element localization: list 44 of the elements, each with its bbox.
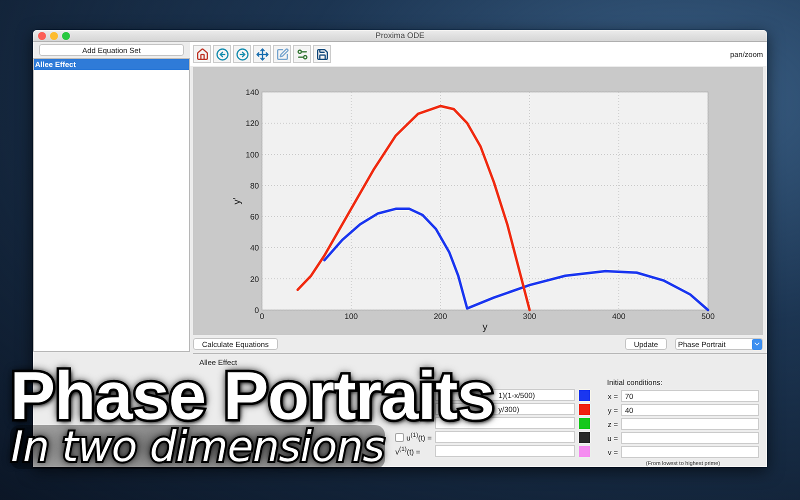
pen-square-icon <box>276 48 288 60</box>
y-tick-label: 100 <box>246 150 259 160</box>
color-swatch[interactable] <box>579 446 590 456</box>
checkbox[interactable] <box>395 432 404 442</box>
move-button[interactable] <box>253 45 271 63</box>
close-icon[interactable] <box>38 32 46 40</box>
x-tick-label: 500 <box>701 312 715 321</box>
minimize-icon[interactable] <box>50 32 58 40</box>
y-axis-label: y' <box>232 198 243 204</box>
color-swatch[interactable] <box>579 404 590 414</box>
y-tick-label: 60 <box>250 212 259 222</box>
x-axis-label: y <box>482 322 488 333</box>
initial-value-field[interactable] <box>621 432 759 444</box>
color-swatch[interactable] <box>579 432 590 442</box>
window-title: Proxima ODE <box>376 31 424 40</box>
settings-icon <box>296 48 308 60</box>
color-swatch[interactable] <box>579 390 590 400</box>
zoom-icon[interactable] <box>62 32 70 40</box>
initial-value-field[interactable] <box>621 418 759 430</box>
y-tick-label: 0 <box>254 306 259 315</box>
settings-button[interactable] <box>293 45 311 63</box>
y-tick-label: 80 <box>250 181 259 190</box>
x-tick-label: 400 <box>612 312 626 321</box>
home-icon <box>196 48 208 60</box>
x-tick-label: 300 <box>522 312 536 321</box>
home-button[interactable] <box>193 45 211 63</box>
y-tick-label: 20 <box>250 274 259 284</box>
move-icon <box>256 48 268 60</box>
save-icon <box>316 48 328 60</box>
color-swatch[interactable] <box>579 418 590 428</box>
save-button[interactable] <box>313 45 331 63</box>
chevron-icon <box>752 338 762 350</box>
equation-field[interactable] <box>435 431 576 443</box>
forward-arrow-button[interactable] <box>233 45 251 63</box>
x-tick-label: 100 <box>344 312 358 321</box>
pen-square-button[interactable] <box>273 45 291 63</box>
initial-value-field[interactable] <box>621 446 759 458</box>
x-tick-label: 0 <box>260 312 264 321</box>
y-tick-label: 120 <box>246 119 259 128</box>
y-tick-label: 140 <box>246 88 259 97</box>
back-arrow-button[interactable] <box>213 45 231 63</box>
y-tick-label: 40 <box>250 244 259 253</box>
x-tick-label: 200 <box>434 312 448 321</box>
equation-field[interactable] <box>435 445 576 457</box>
